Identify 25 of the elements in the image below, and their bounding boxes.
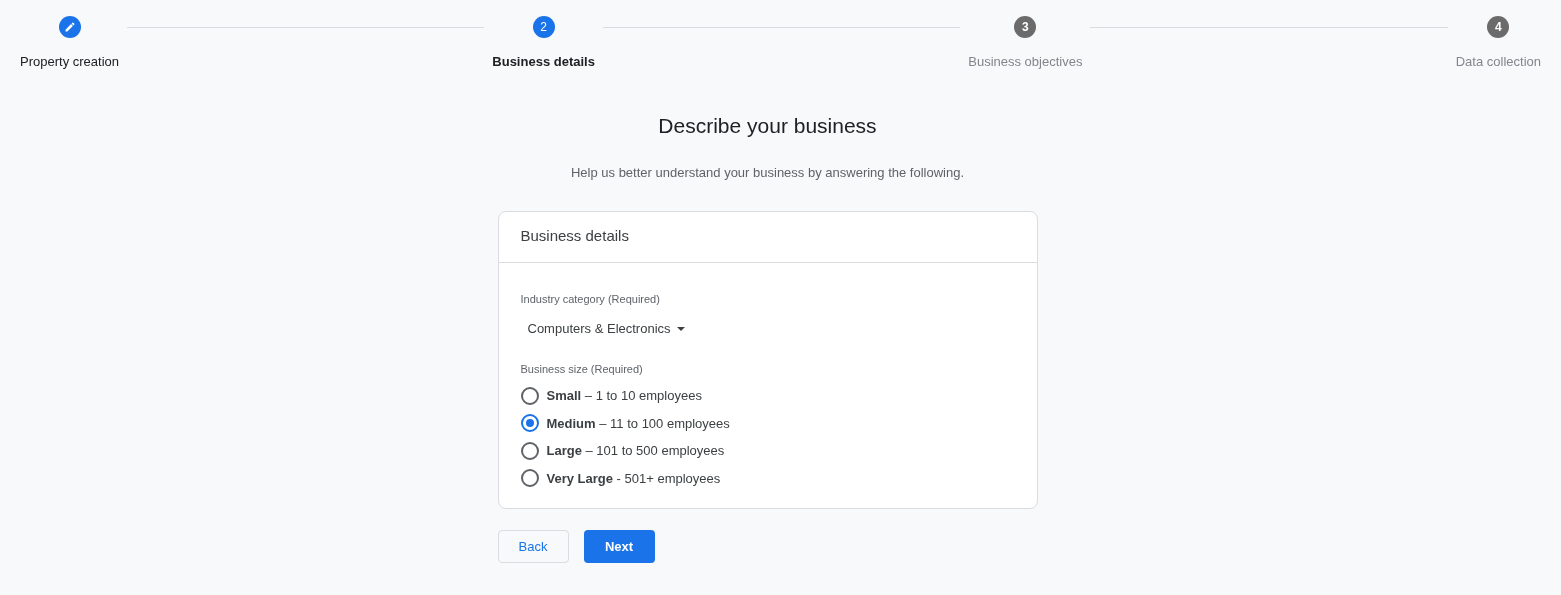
step-done-icon — [58, 16, 81, 38]
dropdown-caret-icon — [676, 326, 685, 331]
step-number: 3 — [1014, 16, 1037, 38]
step-label: Data collection — [1455, 53, 1541, 71]
step-number: 4 — [1487, 16, 1510, 38]
radio-label: Large – 101 to 500 employees — [546, 442, 725, 460]
radio-label: Small – 1 to 10 employees — [546, 387, 702, 405]
radio-label: Very Large - 501+ employees — [546, 469, 721, 488]
radio-button[interactable] — [520, 441, 539, 460]
radio-button[interactable] — [520, 414, 539, 433]
radio-button[interactable] — [520, 386, 539, 405]
step-label: Property creation — [20, 53, 119, 71]
page-subheading: Help us better understand your business by answering the following. — [569, 164, 966, 182]
page-heading: Describe your business — [657, 112, 878, 139]
step-number: 2 — [532, 16, 555, 38]
step-label: Business details — [492, 53, 595, 71]
back-button[interactable]: Back — [497, 530, 569, 563]
radio-button[interactable] — [520, 469, 539, 488]
field-label: Industry category (Required) — [520, 291, 661, 307]
step-label: Business objectives — [968, 53, 1083, 71]
radio-label: Medium – 11 to 100 employees — [546, 414, 730, 433]
industry-dropdown[interactable]: Computers & Electronics — [527, 319, 685, 339]
card-title: Business details — [520, 226, 629, 247]
field-label: Business size (Required) — [520, 361, 644, 377]
next-button[interactable]: Next — [583, 530, 655, 563]
